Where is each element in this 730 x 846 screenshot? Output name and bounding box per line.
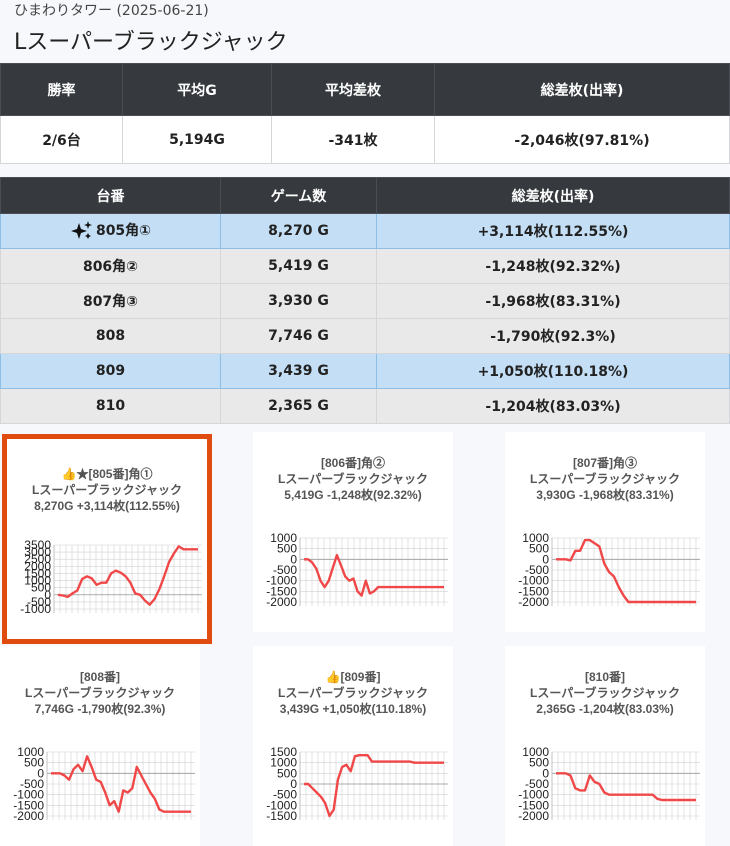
total-diff-cell: +3,114枚(112.55%) bbox=[376, 213, 730, 249]
chart-card-808[interactable]: [808番] Lスーパーブラックジャック 7,746G -1,790枚(92.3… bbox=[0, 646, 200, 846]
plot-area: 3500300025002000150010005000-500-1000 bbox=[20, 538, 202, 616]
y-tick-label: -1000 bbox=[20, 602, 51, 616]
chart-card-806[interactable]: [806番]角② Lスーパーブラックジャック 5,419G -1,248枚(92… bbox=[253, 432, 453, 632]
y-tick-label: -2000 bbox=[266, 595, 297, 609]
total-diff-cell: +1,050枚(110.18%) bbox=[376, 353, 730, 389]
header-avg-games: 平均G bbox=[122, 63, 272, 116]
game-count-cell: 2,365 G bbox=[220, 388, 377, 424]
machine-number-cell[interactable]: 808 bbox=[0, 318, 221, 354]
game-count-cell: 3,930 G bbox=[220, 283, 377, 319]
chart-809: 150010005000-500-1000-1500 bbox=[266, 745, 448, 823]
plot-area: 150010005000-500-1000-1500 bbox=[266, 745, 448, 823]
table-row[interactable]: 807角③ 3,930 G -1,968枚(83.31%) bbox=[0, 283, 730, 319]
total-diff-cell: -1,968枚(83.31%) bbox=[376, 283, 730, 319]
chart-card-810[interactable]: [810番] Lスーパーブラックジャック 2,365G -1,204枚(83.0… bbox=[505, 646, 705, 846]
table-row[interactable]: 808 7,746 G -1,790枚(92.3%) bbox=[0, 318, 730, 354]
table-row[interactable]: 810 2,365 G -1,204枚(83.03%) bbox=[0, 388, 730, 424]
chart-808: 10005000-500-1000-1500-2000 bbox=[13, 745, 195, 823]
y-tick-label: -2000 bbox=[13, 809, 44, 823]
total-diff-cell: -1,204枚(83.03%) bbox=[376, 388, 730, 424]
chart-card-809[interactable]: 👍[809番] Lスーパーブラックジャック 3,439G +1,050枚(110… bbox=[253, 646, 453, 846]
header-total-diff-rate: 総差枚(出率) bbox=[376, 177, 730, 214]
machine-number-cell[interactable]: 807角③ bbox=[0, 283, 221, 319]
chart-807: 10005000-500-1000-1500-2000 bbox=[518, 531, 700, 609]
y-tick-label: -2000 bbox=[518, 809, 549, 823]
plot-area: 10005000-500-1000-1500-2000 bbox=[518, 531, 700, 609]
y-tick-label: -1500 bbox=[266, 809, 297, 823]
sparkle-icon bbox=[70, 221, 92, 239]
series-line bbox=[304, 553, 444, 597]
header-total-diff: 総差枚(出率) bbox=[434, 63, 730, 116]
chart-card-807[interactable]: [807番]角③ Lスーパーブラックジャック 3,930G -1,968枚(83… bbox=[505, 432, 705, 632]
table-row[interactable]: 809 3,439 G +1,050枚(110.18%) bbox=[0, 353, 730, 389]
table-row[interactable]: 806角② 5,419 G -1,248枚(92.32%) bbox=[0, 248, 730, 284]
header-machine-number: 台番 bbox=[0, 177, 221, 214]
series-line bbox=[57, 545, 198, 606]
summary-header-row: 勝率 平均G 平均差枚 総差枚(出率) bbox=[0, 63, 730, 116]
game-count-cell: 3,439 G bbox=[220, 353, 377, 389]
summary-table: 勝率 平均G 平均差枚 総差枚(出率) 2/6台 5,194G -341枚 -2… bbox=[0, 63, 730, 164]
y-tick-label: -2000 bbox=[518, 595, 549, 609]
header-win-rate: 勝率 bbox=[0, 63, 123, 116]
machine-number-cell[interactable]: 810 bbox=[0, 388, 221, 424]
chart-805: 3500300025002000150010005000-500-1000 bbox=[20, 538, 202, 616]
chart-card-805[interactable]: 👍★[805番]角① Lスーパーブラックジャック 8,270G +3,114枚(… bbox=[2, 434, 212, 644]
header-avg-diff: 平均差枚 bbox=[271, 63, 435, 116]
value-win-rate: 2/6台 bbox=[0, 115, 123, 164]
value-avg-games: 5,194G bbox=[122, 115, 272, 164]
series-line bbox=[556, 538, 696, 604]
summary-value-row: 2/6台 5,194G -341枚 -2,046枚(97.81%) bbox=[0, 115, 730, 164]
total-diff-cell: -1,790枚(92.3%) bbox=[376, 318, 730, 354]
game-count-cell: 8,270 G bbox=[220, 213, 377, 249]
value-total-diff: -2,046枚(97.81%) bbox=[434, 115, 730, 164]
plot-area: 10005000-500-1000-1500-2000 bbox=[518, 745, 700, 823]
plot-area: 10005000-500-1000-1500-2000 bbox=[266, 531, 448, 609]
series-line bbox=[304, 753, 444, 818]
machine-number-cell[interactable]: 809 bbox=[0, 353, 221, 389]
total-diff-cell: -1,248枚(92.32%) bbox=[376, 248, 730, 284]
header-game-count: ゲーム数 bbox=[220, 177, 377, 214]
plot-area: 10005000-500-1000-1500-2000 bbox=[13, 745, 195, 823]
game-count-cell: 5,419 G bbox=[220, 248, 377, 284]
game-count-cell: 7,746 G bbox=[220, 318, 377, 354]
page-title: Lスーパーブラックジャック bbox=[14, 30, 288, 55]
machine-number-cell[interactable]: 806角② bbox=[0, 248, 221, 284]
machine-number-cell[interactable]: 805角① bbox=[0, 213, 221, 249]
machine-number: 805角① bbox=[95, 223, 152, 239]
machine-header-row: 台番 ゲーム数 総差枚(出率) bbox=[0, 177, 730, 214]
chart-810: 10005000-500-1000-1500-2000 bbox=[518, 745, 700, 823]
value-avg-diff: -341枚 bbox=[271, 115, 435, 164]
machine-table: 台番 ゲーム数 総差枚(出率) 805角① 8,270 G +3,114枚(11… bbox=[0, 177, 730, 424]
table-row[interactable]: 805角① 8,270 G +3,114枚(112.55%) bbox=[0, 213, 730, 249]
series-line bbox=[556, 772, 696, 802]
store-date: ひまわりタワー (2025-06-21) bbox=[14, 3, 209, 19]
chart-806: 10005000-500-1000-1500-2000 bbox=[266, 531, 448, 609]
